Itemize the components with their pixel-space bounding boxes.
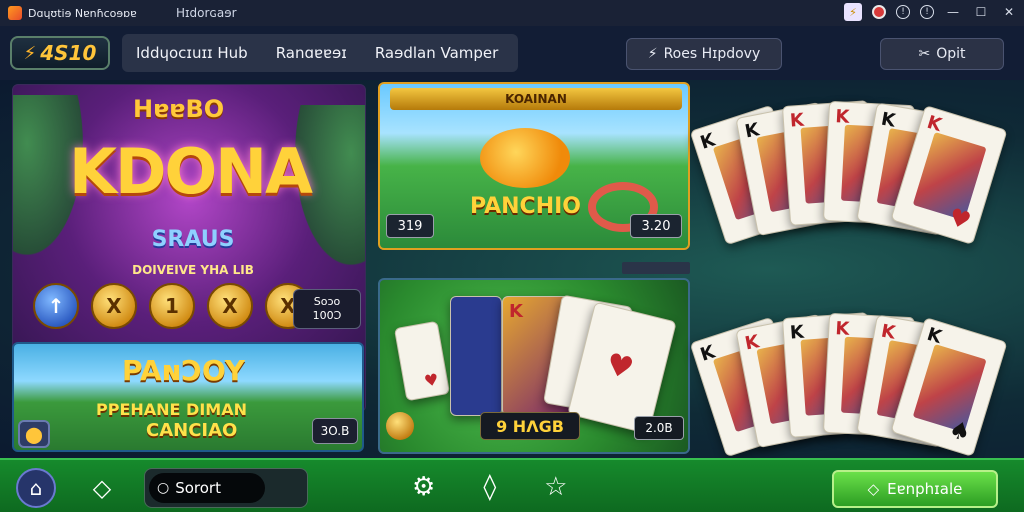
kdona-subtitle: SRAUS <box>151 227 235 252</box>
exit-label: Opit <box>936 46 966 62</box>
home-button[interactable]: ⌂ <box>16 468 56 508</box>
heart-icon: ♥ <box>422 369 441 391</box>
tab-ranked[interactable]: Ranɑɐɐɘɪ <box>262 44 361 62</box>
star-icon[interactable]: ☆ <box>544 472 567 502</box>
coin-button[interactable]: 1 <box>149 283 195 329</box>
close-icon[interactable]: ✕ <box>1000 3 1018 21</box>
nav-tabs: Iddɥocɪuɪɪ Hub Ranɑɐɐɘɪ Raɘdlan Vamper <box>122 34 518 72</box>
coin-button[interactable]: X <box>207 283 253 329</box>
settings-icon[interactable]: ⚙ <box>412 472 435 502</box>
maximize-icon[interactable]: ☐ <box>972 3 990 21</box>
game-tile-pancho[interactable]: PAɴƆOY PPEHANE DIMAN CANCIAO ⬤ 3O.B <box>12 342 364 452</box>
app-window: Dɑɥʊtiɘ Nɐnɦcoɘɒɐ Hɪdorɢaɘr ⚡ ! ! — ☐ ✕ … <box>0 0 1024 512</box>
playing-card <box>450 296 502 416</box>
kdona-title: KDONA <box>68 135 313 208</box>
bottom-bar: ⌂ ◇ ○ Sorort ⚙ ◊ ☆ ◇ Eɐnphɪale <box>0 458 1024 512</box>
game-lobby: HɐɐBO KDONA SRAUS DOIVEIVE YHA LIB ↑ Ⅹ 1… <box>0 80 1024 458</box>
pancho-line3: CANCIAO <box>146 420 238 441</box>
pancho-line2: PPEHANE DIMAN <box>96 400 247 419</box>
panchio-amount-right: 3.20 <box>630 214 682 238</box>
user-icon[interactable] <box>872 5 886 19</box>
gem-icon[interactable]: ◊ <box>483 472 496 502</box>
history-label: Roes Hɪpdovy <box>663 46 761 62</box>
panchio-amount-left: 319 <box>386 214 434 238</box>
game-tile-cards[interactable]: ♥ K ♥ 9 HΛGB 2.0B <box>378 278 690 454</box>
search-icon: ○ <box>157 480 170 496</box>
warning-icon[interactable]: ⚡ <box>844 3 862 21</box>
search-box[interactable]: ○ Sorort <box>144 468 308 508</box>
window-title: Hɪdorɢaɘr <box>176 6 237 20</box>
tile-meta-bar <box>622 262 690 274</box>
heart-icon: ♥ <box>602 346 638 388</box>
cards-amount-left: 9 HΛGB <box>480 412 580 440</box>
coin-button[interactable]: Ⅹ <box>91 283 137 329</box>
playing-card: ♥ <box>393 320 451 402</box>
info-icon[interactable]: ! <box>896 5 910 19</box>
panchio-banner: KOAINAN <box>390 88 682 110</box>
diamond-icon: ◇ <box>92 474 112 502</box>
panchio-title: PANCHIO <box>470 194 581 219</box>
scissors-icon: ✂ <box>918 46 931 62</box>
kdona-stake-box: Soɔo 100Ɔ <box>293 289 361 329</box>
primary-action-button[interactable]: ◇ Eɐnphɪale <box>832 470 998 508</box>
title-bar: Dɑɥʊtiɘ Nɐnɦcoɘɒɐ Hɪdorɢaɘr ⚡ ! ! — ☐ ✕ <box>0 0 1024 26</box>
pancho-title: PAɴƆOY <box>122 354 246 387</box>
top-nav: ⚡ 4S10 Iddɥocɪuɪɪ Hub Ranɑɐɐɘɪ Raɘdlan V… <box>0 26 1024 80</box>
cards-amount-right: 2.0B <box>634 416 684 440</box>
minimize-icon[interactable]: — <box>944 3 962 21</box>
exit-button[interactable]: ✂ Opit <box>880 38 1004 70</box>
search-field[interactable]: ○ Sorort <box>149 473 265 503</box>
card-face-art <box>912 344 987 433</box>
game-tile-panchio[interactable]: KOAINAN PANCHIO 319 3.20 <box>378 82 690 250</box>
card-face-art <box>912 132 987 221</box>
diamond-button[interactable]: ◇ <box>88 474 116 502</box>
action-icon: ◇ <box>867 480 880 498</box>
chip-icon[interactable] <box>386 412 414 440</box>
lightning-icon: ⚡ <box>23 42 37 64</box>
balance-value: 4S10 <box>40 41 97 65</box>
tab-hub[interactable]: Iddɥocɪuɪɪ Hub <box>122 44 262 62</box>
balance-badge[interactable]: ⚡ 4S10 <box>10 36 110 70</box>
brand-name: Dɑɥʊtiɘ Nɐnɦcoɘɒɐ <box>28 6 137 20</box>
history-icon: ⚡ <box>647 46 658 62</box>
kdona-tagline: DOIVEIVE YHA LIB <box>132 263 254 277</box>
card-rank: K <box>509 301 523 322</box>
fish-illustration <box>480 128 570 188</box>
stake-value: 100Ɔ <box>312 309 342 322</box>
action-label: Eɐnphɪale <box>887 480 963 498</box>
tab-vamper[interactable]: Raɘdlan Vamper <box>361 44 513 62</box>
coin-button[interactable]: ↑ <box>33 283 79 329</box>
pancho-amount: 3O.B <box>312 418 358 444</box>
history-button[interactable]: ⚡ Roes Hɪpdovy <box>626 38 782 70</box>
pancho-coin-icon[interactable]: ⬤ <box>18 420 50 448</box>
stake-label: Soɔo <box>313 295 341 308</box>
app-logo-icon <box>8 6 22 20</box>
brand: Dɑɥʊtiɘ Nɐnɦcoɘɒɐ <box>0 6 170 20</box>
search-label: Sorort <box>175 479 221 497</box>
bottom-icon-row: ⚙ ◊ ☆ <box>412 472 567 502</box>
home-icon: ⌂ <box>29 476 43 500</box>
window-controls: ⚡ ! ! — ☐ ✕ <box>844 3 1018 21</box>
kdona-coin-row: ↑ Ⅹ 1 X X <box>33 283 311 329</box>
kdona-top-label: HɐɐBO <box>133 95 225 123</box>
info-icon[interactable]: ! <box>920 5 934 19</box>
